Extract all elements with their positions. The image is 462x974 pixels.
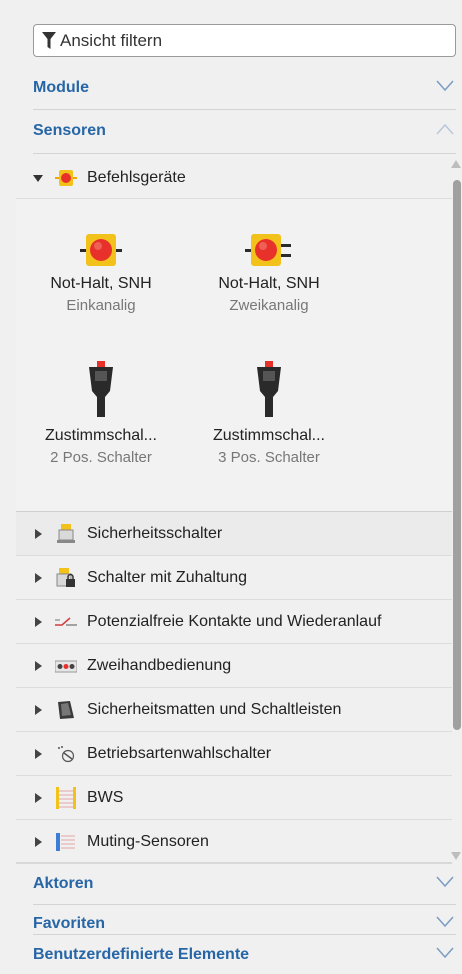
collapsed-arrow-icon xyxy=(35,660,42,671)
tile-title: Zustimmschal... xyxy=(44,427,157,444)
category-label: BWS xyxy=(87,788,124,806)
enabling-switch-icon xyxy=(194,359,344,419)
category-schalter-zuhaltung[interactable]: Schalter mit Zuhaltung xyxy=(16,556,452,600)
chevron-up-icon xyxy=(436,123,454,135)
mode-selector-icon xyxy=(55,744,77,764)
safety-mat-icon xyxy=(55,700,77,720)
expanded-arrow-icon xyxy=(33,175,43,182)
category-label: Muting-Sensoren xyxy=(87,832,209,850)
section-benutzer-label: Benutzerdefinierte Elemente xyxy=(33,946,250,963)
section-sensoren-label: Sensoren xyxy=(33,122,106,139)
category-label: Betriebsartenwahlschalter xyxy=(87,744,272,762)
collapsed-arrow-icon xyxy=(35,572,42,583)
collapsed-arrow-icon xyxy=(35,836,42,847)
category-sicherheitsmatten[interactable]: Sicherheitsmatten und Schaltleisten xyxy=(16,688,452,732)
muting-sensor-icon xyxy=(55,832,77,852)
tile-title: Not-Halt, SNH xyxy=(50,275,152,292)
category-muting-sensoren[interactable]: Muting-Sensoren xyxy=(16,820,452,864)
divider xyxy=(33,109,456,110)
divider xyxy=(33,153,456,154)
section-benutzerdefinierte-elemente[interactable]: Benutzerdefinierte Elemente xyxy=(0,935,462,974)
contact-icon xyxy=(55,612,77,632)
locking-switch-icon xyxy=(55,567,77,588)
category-betriebsartenwahlschalter[interactable]: Betriebsartenwahlschalter xyxy=(16,732,452,776)
emergency-stop-icon xyxy=(55,168,77,188)
category-label: Potenzialfreie Kontakte und Wiederanlauf xyxy=(87,612,382,630)
section-aktoren[interactable]: Aktoren xyxy=(0,864,462,904)
category-label: Sicherheitsschalter xyxy=(87,524,223,542)
collapsed-arrow-icon xyxy=(35,748,42,759)
section-module[interactable]: Module xyxy=(0,68,462,108)
tile-subtitle: 2 Pos. Schalter xyxy=(50,449,152,466)
emergency-stop-icon xyxy=(194,207,344,267)
collapsed-arrow-icon xyxy=(35,704,42,715)
category-label: Sicherheitsmatten und Schaltleisten xyxy=(87,700,342,718)
category-zweihandbedienung[interactable]: Zweihandbedienung xyxy=(16,644,452,688)
chevron-down-icon xyxy=(436,916,454,928)
category-label: Befehlsgeräte xyxy=(87,169,186,186)
scroll-down-arrow-icon[interactable] xyxy=(451,852,461,860)
chevron-down-icon xyxy=(436,947,454,959)
section-sensoren[interactable]: Sensoren xyxy=(0,111,462,151)
tile-subtitle: 3 Pos. Schalter xyxy=(218,449,320,466)
enabling-switch-icon xyxy=(26,359,176,419)
section-aktoren-label: Aktoren xyxy=(33,875,94,892)
filter-placeholder: Ansicht filtern xyxy=(60,30,163,50)
tile-zustimmschalter-2pos[interactable]: Zustimmschal... 2 Pos. Schalter xyxy=(26,359,176,466)
category-list: Sicherheitsschalter Schalter mit Zuhaltu… xyxy=(0,512,462,864)
chevron-down-icon xyxy=(436,80,454,92)
category-bws[interactable]: BWS xyxy=(16,776,452,820)
befehlsgeraete-panel: Not-Halt, SNH Einkanalig Not-Halt, SNH Z… xyxy=(16,198,452,512)
section-favoriten-label: Favoriten xyxy=(33,915,106,932)
category-sicherheitsschalter[interactable]: Sicherheitsschalter xyxy=(16,512,452,556)
tile-subtitle: Einkanalig xyxy=(66,297,136,314)
emergency-stop-icon xyxy=(26,207,176,267)
collapsed-arrow-icon xyxy=(35,792,42,803)
two-hand-icon xyxy=(55,656,77,676)
tile-not-halt-zweikanalig[interactable]: Not-Halt, SNH Zweikanalig xyxy=(194,207,344,314)
scrollbar-thumb[interactable] xyxy=(453,180,461,730)
category-potenzialfreie-kontakte[interactable]: Potenzialfreie Kontakte und Wiederanlauf xyxy=(16,600,452,644)
filter-area: Ansicht filtern xyxy=(0,0,462,70)
safety-switch-icon xyxy=(55,523,77,544)
collapsed-arrow-icon xyxy=(35,616,42,627)
filter-input[interactable]: Ansicht filtern xyxy=(33,24,456,57)
category-befehlsgeraete[interactable]: Befehlsgeräte xyxy=(16,156,452,200)
category-label: Schalter mit Zuhaltung xyxy=(87,568,248,586)
chevron-down-icon xyxy=(436,876,454,888)
scroll-up-arrow-icon[interactable] xyxy=(451,160,461,168)
tile-title: Zustimmschal... xyxy=(212,427,325,444)
light-curtain-icon xyxy=(55,786,77,809)
collapsed-arrow-icon xyxy=(35,528,42,539)
tile-not-halt-einkanalig[interactable]: Not-Halt, SNH Einkanalig xyxy=(26,207,176,314)
category-label: Zweihandbedienung xyxy=(87,656,232,674)
filter-icon xyxy=(42,31,56,49)
tile-subtitle: Zweikanalig xyxy=(229,297,309,314)
section-module-label: Module xyxy=(33,79,89,96)
tile-zustimmschalter-3pos[interactable]: Zustimmschal... 3 Pos. Schalter xyxy=(194,359,344,466)
tile-title: Not-Halt, SNH xyxy=(218,275,320,292)
